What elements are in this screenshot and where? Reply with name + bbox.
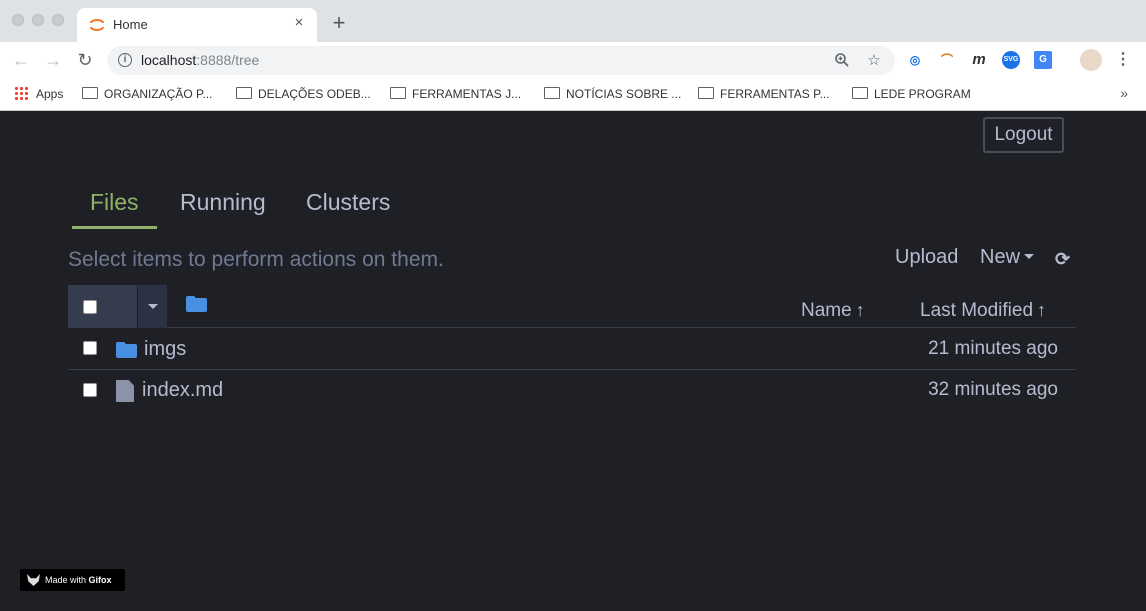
folder-icon bbox=[544, 87, 560, 99]
folder-icon bbox=[82, 87, 98, 99]
address-bar[interactable]: i localhost:8888/tree ☆ bbox=[107, 46, 895, 75]
select-all-checkbox[interactable] bbox=[83, 300, 97, 314]
extension-arc-icon[interactable]: ⌒ bbox=[938, 51, 956, 69]
zoom-icon[interactable] bbox=[833, 52, 851, 70]
extension-svg-icon[interactable]: SVG bbox=[1002, 51, 1020, 69]
item-modified: 32 minutes ago bbox=[928, 379, 1058, 400]
refresh-icon[interactable]: ⟳ bbox=[1055, 249, 1070, 270]
gifox-fox-icon bbox=[27, 574, 40, 586]
folder-icon[interactable] bbox=[186, 296, 207, 312]
item-checkbox[interactable] bbox=[83, 341, 97, 355]
folder-icon bbox=[390, 87, 406, 99]
folder-icon bbox=[852, 87, 868, 99]
tab-close-icon[interactable]: × bbox=[289, 14, 309, 31]
bookmark-folder[interactable]: NOTÍCIAS SOBRE ... bbox=[544, 85, 681, 103]
upload-button[interactable]: Upload bbox=[895, 246, 958, 269]
file-list-header: Name ↑ Last Modified ↑ bbox=[68, 285, 1076, 328]
bookmark-star-icon[interactable]: ☆ bbox=[865, 52, 883, 70]
bookmark-folder[interactable]: ORGANIZAÇÃO P... bbox=[82, 85, 212, 103]
select-all-button[interactable] bbox=[68, 285, 137, 328]
browser-toolbar: ← → ↻ i localhost:8888/tree ☆ ◎ ⌒ m SVG … bbox=[0, 42, 1146, 78]
item-name-link[interactable]: imgs bbox=[144, 338, 186, 361]
arrow-up-icon: ↑ bbox=[1037, 300, 1047, 320]
extension-globe-icon[interactable]: ◎ bbox=[906, 51, 924, 69]
site-info-icon[interactable]: i bbox=[118, 53, 132, 67]
active-tab-indicator bbox=[72, 226, 157, 229]
browser-menu-icon[interactable]: ⋮ bbox=[1114, 51, 1132, 69]
window-zoom-dot[interactable] bbox=[52, 14, 64, 26]
caret-down-icon bbox=[148, 304, 158, 309]
window-minimize-dot[interactable] bbox=[32, 14, 44, 26]
folder-icon bbox=[116, 342, 137, 358]
apps-grid-icon bbox=[14, 86, 28, 100]
list-item: imgs 21 minutes ago bbox=[68, 329, 1076, 370]
logout-button[interactable]: Logout bbox=[983, 117, 1064, 153]
sort-by-name-button[interactable]: Name ↑ bbox=[801, 300, 865, 322]
bookmark-folder[interactable]: LEDE PROGRAM bbox=[852, 85, 971, 103]
selection-menu-dropdown[interactable] bbox=[137, 285, 167, 328]
jupyter-tree-page: Logout Files Running Clusters Select ite… bbox=[0, 111, 1146, 611]
sort-by-modified-button[interactable]: Last Modified ↑ bbox=[920, 300, 1046, 322]
caret-down-icon bbox=[1024, 254, 1035, 259]
bookmark-folder[interactable]: DELAÇÕES ODEB... bbox=[236, 85, 371, 103]
extension-translate-icon[interactable]: G bbox=[1034, 51, 1052, 69]
forward-icon[interactable]: → bbox=[42, 49, 64, 71]
new-tab-button[interactable]: + bbox=[328, 10, 350, 36]
tab-files[interactable]: Files bbox=[90, 189, 139, 216]
browser-chrome: Home × + ← → ↻ i localhost:8888/tree ☆ ◎… bbox=[0, 0, 1146, 111]
gifox-watermark: Made with Gifox bbox=[20, 569, 125, 591]
arrow-up-icon: ↑ bbox=[855, 300, 865, 320]
new-dropdown-button[interactable]: New bbox=[980, 246, 1035, 269]
file-icon bbox=[116, 380, 134, 402]
bookmarks-overflow-icon[interactable]: » bbox=[1120, 85, 1128, 101]
window-close-dot[interactable] bbox=[12, 14, 24, 26]
bookmark-folder[interactable]: FERRAMENTAS J... bbox=[390, 85, 521, 103]
jupyter-favicon-icon bbox=[90, 19, 104, 31]
bookmark-apps[interactable]: Apps bbox=[14, 85, 63, 103]
item-name-link[interactable]: index.md bbox=[142, 379, 223, 402]
folder-icon bbox=[698, 87, 714, 99]
url-text: localhost:8888/tree bbox=[141, 52, 260, 68]
tab-running[interactable]: Running bbox=[180, 189, 266, 216]
bookmarks-bar: Apps ORGANIZAÇÃO P... DELAÇÕES ODEB... F… bbox=[0, 78, 1146, 111]
bookmark-folder[interactable]: FERRAMENTAS P... bbox=[698, 85, 830, 103]
list-item: index.md 32 minutes ago bbox=[68, 370, 1076, 411]
tab-strip: Home × + bbox=[0, 0, 1146, 42]
browser-tab-home[interactable]: Home × bbox=[77, 8, 317, 42]
back-icon[interactable]: ← bbox=[10, 49, 32, 71]
tab-title: Home bbox=[113, 17, 148, 32]
item-modified: 21 minutes ago bbox=[928, 338, 1058, 359]
tab-clusters[interactable]: Clusters bbox=[306, 189, 390, 216]
folder-icon bbox=[236, 87, 252, 99]
selection-hint: Select items to perform actions on them. bbox=[68, 248, 444, 271]
reload-icon[interactable]: ↻ bbox=[74, 49, 96, 71]
profile-avatar[interactable] bbox=[1080, 49, 1102, 71]
item-checkbox[interactable] bbox=[83, 383, 97, 397]
extension-m-icon[interactable]: m bbox=[970, 51, 988, 69]
